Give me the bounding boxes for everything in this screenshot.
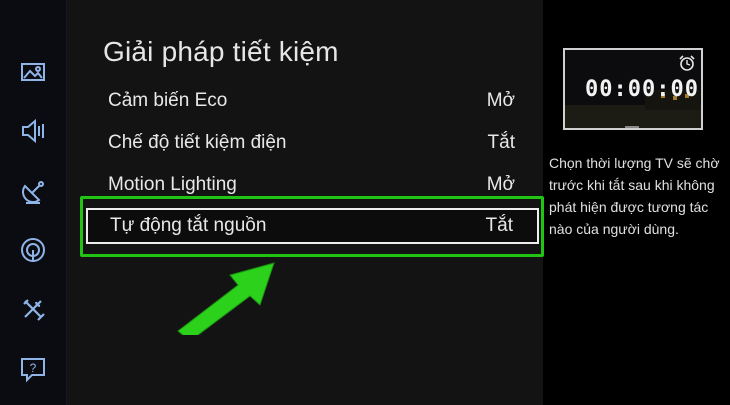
picture-icon[interactable] <box>16 55 50 89</box>
preview-thumbnail: 00:00:00 <box>563 48 703 130</box>
menu-item-eco-sensor[interactable]: Cảm biến Eco Mở <box>86 83 539 119</box>
tools-icon[interactable] <box>16 292 50 326</box>
menu-item-value: Tắt <box>487 132 515 153</box>
menu-item-label: Cảm biến Eco <box>108 90 228 111</box>
menu-item-power-saving-mode[interactable]: Chế độ tiết kiệm điện Tắt <box>86 125 539 161</box>
settings-sidebar: ? <box>0 0 67 405</box>
page-title: Giải pháp tiết kiệm <box>103 36 339 67</box>
help-description: Chọn thời lượng TV sẽ chờ trước khi tắt … <box>549 155 720 237</box>
network-icon[interactable] <box>16 233 50 267</box>
svg-text:?: ? <box>30 361 37 375</box>
highlight-box <box>80 196 544 257</box>
menu-item-label: Motion Lighting <box>108 174 237 195</box>
menu-item-value: Mở <box>486 174 515 195</box>
menu-item-label: Chế độ tiết kiệm điện <box>108 132 287 153</box>
alarm-clock-icon <box>679 55 695 71</box>
menu-item-value: Mở <box>486 90 515 111</box>
timer-display: 00:00:00 <box>585 77 699 102</box>
sound-icon[interactable] <box>16 114 50 148</box>
pointer-arrow-icon <box>177 262 275 335</box>
support-icon[interactable]: ? <box>16 352 50 386</box>
broadcast-icon[interactable] <box>16 175 50 209</box>
